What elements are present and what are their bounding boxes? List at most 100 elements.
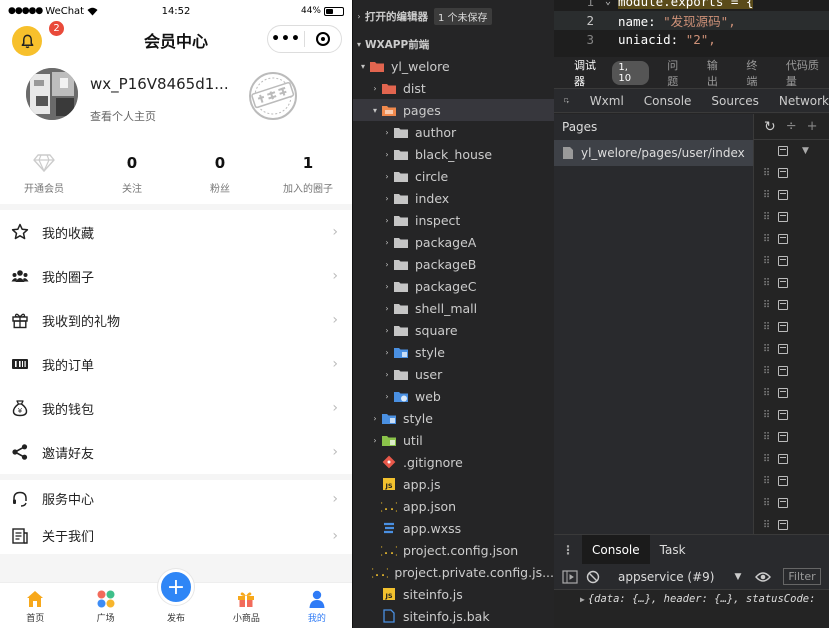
tree-item[interactable]: JS siteinfo.js: [353, 583, 554, 605]
fold-icon[interactable]: ⌄: [598, 0, 618, 7]
filter-input[interactable]: Filter: [783, 568, 821, 585]
wxml-node-row[interactable]: ⠿: [754, 316, 829, 338]
tree-item[interactable]: › user: [353, 363, 554, 385]
project-section[interactable]: ▾ WXAPP前端: [353, 33, 554, 55]
refresh-icon[interactable]: ↻: [764, 119, 776, 135]
wxml-node-row[interactable]: ⠿: [754, 206, 829, 228]
tree-item[interactable]: › style: [353, 341, 554, 363]
tree-item[interactable]: › index: [353, 187, 554, 209]
menu-item-about-us[interactable]: 关于我们 ›: [0, 517, 352, 554]
tab-console-drawer[interactable]: Console: [582, 534, 650, 565]
wxml-node-row[interactable]: ⠿: [754, 250, 829, 272]
tab-terminal[interactable]: 终端: [746, 57, 768, 89]
inspect-element-icon[interactable]: [564, 94, 570, 108]
wxml-node-row[interactable]: ⠿: [754, 360, 829, 382]
expand-icon[interactable]: +: [807, 119, 818, 134]
wxml-node-row[interactable]: ▼: [754, 140, 829, 162]
eye-icon[interactable]: [755, 571, 772, 583]
sidebar-toggle-icon[interactable]: [562, 569, 578, 584]
tab-network[interactable]: Network: [779, 94, 829, 108]
tab-code-quality[interactable]: 代码质量: [786, 57, 829, 89]
tree-item[interactable]: › inspect: [353, 209, 554, 231]
tree-item[interactable]: › shell_mall: [353, 297, 554, 319]
code-editor[interactable]: 1 ⌄ module.exports = { 2 name: "发现源码", 3…: [554, 0, 829, 57]
tree-item[interactable]: JS app.js: [353, 473, 554, 495]
tab-home[interactable]: 首页: [0, 583, 70, 628]
collapse-icon[interactable]: ÷: [786, 119, 797, 134]
wxml-node-row[interactable]: ⠿: [754, 404, 829, 426]
chevron-down-icon[interactable]: ▼: [734, 572, 741, 582]
wxml-node-row[interactable]: ⠿: [754, 294, 829, 316]
stat-joined-circles[interactable]: 1 加入的圈子: [264, 142, 352, 204]
wxml-node-row[interactable]: ⠿: [754, 492, 829, 514]
tab-mine[interactable]: 我的: [282, 583, 352, 628]
tree-item[interactable]: › black_house: [353, 143, 554, 165]
drag-handle-icon: ⠿: [762, 189, 770, 201]
tree-item[interactable]: ▾ pages: [353, 99, 554, 121]
console-log-entry[interactable]: ▶ {data: {…}, header: {…}, statusCode:: [554, 590, 829, 608]
tab-task[interactable]: Task: [650, 535, 696, 565]
open-editors-section[interactable]: › 打开的编辑器 1 个未保存: [353, 0, 554, 33]
tab-sources[interactable]: Sources: [711, 94, 758, 108]
menu-item-gifts[interactable]: 我收到的礼物 ›: [0, 298, 352, 342]
tree-item[interactable]: .gitignore: [353, 451, 554, 473]
notification-button[interactable]: 2: [12, 20, 65, 56]
tree-item[interactable]: › style: [353, 407, 554, 429]
context-select[interactable]: appservice (#9): [618, 570, 714, 584]
menu-item-favorites[interactable]: 我的收藏 ›: [0, 210, 352, 254]
wxml-node-row[interactable]: ⠿: [754, 162, 829, 184]
wxml-node-row[interactable]: ⠿: [754, 382, 829, 404]
tree-item[interactable]: › util: [353, 429, 554, 451]
tree-item[interactable]: siteinfo.js.bak: [353, 605, 554, 627]
wxml-node-row[interactable]: ⠿: [754, 184, 829, 206]
tree-item[interactable]: › packageA: [353, 231, 554, 253]
signal-icon: ●●●●●: [8, 6, 43, 16]
tree-item-label: shell_mall: [415, 300, 478, 316]
menu-item-my-circles[interactable]: 我的圈子 ›: [0, 254, 352, 298]
wxml-node-row[interactable]: ⠿: [754, 448, 829, 470]
tab-wxml[interactable]: Wxml: [590, 94, 624, 108]
tree-item[interactable]: › author: [353, 121, 554, 143]
wxml-node-row[interactable]: ⠿: [754, 514, 829, 536]
tree-item-label: app.js: [403, 476, 441, 492]
tree-item[interactable]: app.wxss: [353, 517, 554, 539]
tree-item[interactable]: › circle: [353, 165, 554, 187]
tab-problems[interactable]: 问题: [667, 57, 689, 89]
tree-item[interactable]: {..} app.json: [353, 495, 554, 517]
wxml-node-row[interactable]: ⠿: [754, 426, 829, 448]
tree-item[interactable]: {..} project.config.json: [353, 539, 554, 561]
tab-shop[interactable]: 小商品: [211, 583, 281, 628]
tab-square[interactable]: 广场: [70, 583, 140, 628]
stat-followers[interactable]: 0 粉丝: [176, 142, 264, 204]
tab-debugger[interactable]: 调试器: [574, 57, 606, 89]
clear-console-icon[interactable]: [586, 570, 600, 584]
wxml-node-row[interactable]: ⠿: [754, 228, 829, 250]
tree-item[interactable]: › packageB: [353, 253, 554, 275]
menu-item-wallet[interactable]: ¥ 我的钱包 ›: [0, 386, 352, 430]
menu-item-invite-friends[interactable]: 邀请好友 ›: [0, 430, 352, 474]
tab-publish[interactable]: + 发布: [141, 569, 211, 628]
tree-item[interactable]: › square: [353, 319, 554, 341]
wxml-node-row[interactable]: ⠿: [754, 470, 829, 492]
tab-output[interactable]: 输出: [707, 57, 729, 89]
menu-item-service-center[interactable]: 服务中心 ›: [0, 480, 352, 517]
tree-item[interactable]: {..} project.private.config.js...: [353, 561, 554, 583]
drawer-menu-icon[interactable]: ⋮: [554, 543, 582, 557]
menu-item-orders[interactable]: 我的订单 ›: [0, 342, 352, 386]
page-item[interactable]: yl_welore/pages/user/index: [554, 140, 753, 166]
view-homepage-link[interactable]: 查看个人主页: [90, 108, 156, 124]
wxml-node-row[interactable]: ⠿: [754, 338, 829, 360]
not-checked-in-stamp-icon[interactable]: [247, 70, 299, 122]
tree-item[interactable]: › packageC: [353, 275, 554, 297]
tree-item[interactable]: ▾ yl_welore: [353, 55, 554, 77]
wxml-node-row[interactable]: ⠿: [754, 272, 829, 294]
avatar[interactable]: [26, 68, 78, 120]
stat-membership[interactable]: 开通会员: [0, 142, 88, 204]
more-menu-button[interactable]: •••: [268, 31, 304, 47]
tree-item[interactable]: › web: [353, 385, 554, 407]
tree-item[interactable]: › dist: [353, 77, 554, 99]
close-miniprogram-button[interactable]: [305, 32, 341, 46]
stat-following[interactable]: 0 关注: [88, 142, 176, 204]
chevron-down-icon[interactable]: ▼: [802, 146, 809, 156]
tab-console[interactable]: Console: [644, 94, 692, 108]
